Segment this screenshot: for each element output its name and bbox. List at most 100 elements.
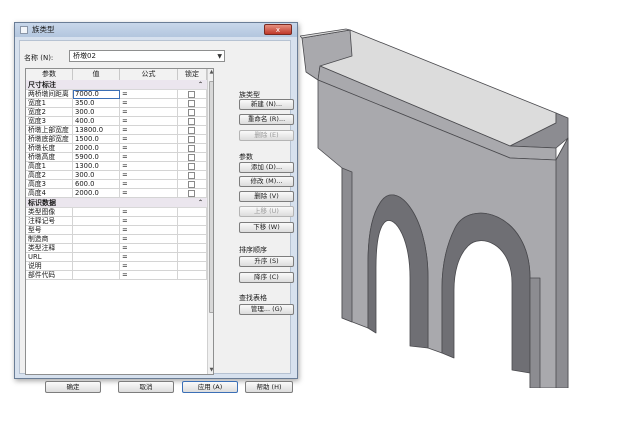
param-value-cell[interactable] <box>73 235 120 244</box>
param-formula-cell[interactable]: = <box>120 144 178 153</box>
param-value-cell[interactable] <box>73 262 120 271</box>
table-row[interactable]: 高度1 1300.0 = <box>26 162 207 171</box>
param-formula-cell[interactable]: = <box>120 235 178 244</box>
table-row[interactable]: 说明 = <box>26 262 207 271</box>
param-value-cell[interactable] <box>73 244 120 253</box>
table-row[interactable]: 桥墩高度 5900.0 = <box>26 153 207 162</box>
param-value-cell[interactable]: 400.0 <box>73 117 120 126</box>
close-button[interactable]: x <box>264 24 292 35</box>
lock-checkbox[interactable] <box>188 91 195 98</box>
move-up-button[interactable]: 上移 (U) <box>239 206 294 217</box>
apply-button[interactable]: 应用 (A) <box>182 381 238 393</box>
param-formula-cell[interactable]: = <box>120 180 178 189</box>
param-value-cell[interactable] <box>73 253 120 262</box>
lock-checkbox[interactable] <box>188 181 195 188</box>
scroll-up-icon[interactable]: ▲ <box>208 69 213 76</box>
lock-checkbox[interactable] <box>188 109 195 116</box>
help-button[interactable]: 帮助 (H) <box>245 381 293 393</box>
ok-button[interactable]: 确定 <box>45 381 101 393</box>
param-value-cell[interactable]: 13800.0 <box>73 126 120 135</box>
bridge-pier-3d-model[interactable] <box>300 28 630 388</box>
delete-type-button[interactable]: 删除 (E) <box>239 130 294 141</box>
table-row[interactable]: 型号 = <box>26 226 207 235</box>
param-value-cell[interactable]: 1300.0 <box>73 162 120 171</box>
table-row[interactable]: 宽度3 400.0 = <box>26 117 207 126</box>
table-scrollbar[interactable]: ▲ ▼ <box>207 69 213 374</box>
rename-type-button[interactable]: 重命名 (R)... <box>239 114 294 125</box>
param-value-cell[interactable]: 1500.0 <box>73 135 120 144</box>
table-row[interactable]: 高度4 2000.0 = <box>26 189 207 198</box>
table-row[interactable]: 宽度2 300.0 = <box>26 108 207 117</box>
param-formula-cell[interactable]: = <box>120 99 178 108</box>
table-row[interactable]: 宽度1 350.0 = <box>26 99 207 108</box>
table-row[interactable]: 高度2 300.0 = <box>26 171 207 180</box>
param-group-header[interactable]: 标识数据 ⌃ <box>26 198 207 208</box>
param-formula-cell[interactable]: = <box>120 271 178 280</box>
lock-checkbox[interactable] <box>188 190 195 197</box>
modify-parameter-button[interactable]: 修改 (M)... <box>239 176 294 187</box>
manage-lookup-button[interactable]: 管理... (G) <box>239 304 294 315</box>
param-formula-cell[interactable]: = <box>120 171 178 180</box>
sort-descending-button[interactable]: 降序 (C) <box>239 272 294 283</box>
table-row[interactable]: 注释记号 = <box>26 217 207 226</box>
param-value-cell[interactable]: 2000.0 <box>73 144 120 153</box>
scroll-thumb[interactable] <box>209 81 213 313</box>
param-value-cell[interactable] <box>73 217 120 226</box>
param-formula-cell[interactable]: = <box>120 244 178 253</box>
param-value-cell[interactable]: 2000.0 <box>73 189 120 198</box>
param-value-cell[interactable]: 600.0 <box>73 180 120 189</box>
table-row[interactable]: 桥墩长度 2000.0 = <box>26 144 207 153</box>
param-value-cell[interactable] <box>73 226 120 235</box>
param-value-cell[interactable]: 350.0 <box>73 99 120 108</box>
lock-checkbox[interactable] <box>188 100 195 107</box>
param-formula-cell[interactable]: = <box>120 253 178 262</box>
param-formula-cell[interactable]: = <box>120 217 178 226</box>
table-row[interactable]: URL = <box>26 253 207 262</box>
param-value-cell[interactable] <box>73 271 120 280</box>
param-value-cell[interactable]: 7000.0 <box>73 90 120 99</box>
param-formula-cell[interactable]: = <box>120 108 178 117</box>
new-type-button[interactable]: 新建 (N)... <box>239 99 294 110</box>
table-row[interactable]: 类型图像 = <box>26 208 207 217</box>
param-formula-cell[interactable]: = <box>120 153 178 162</box>
lock-checkbox[interactable] <box>188 163 195 170</box>
scroll-down-icon[interactable]: ▼ <box>208 367 213 374</box>
add-parameter-button[interactable]: 添加 (D)... <box>239 162 294 173</box>
lock-checkbox[interactable] <box>188 118 195 125</box>
lock-checkbox[interactable] <box>188 154 195 161</box>
dialog-titlebar[interactable]: 族类型 x <box>15 23 297 37</box>
param-formula-cell[interactable]: = <box>120 226 178 235</box>
table-row[interactable]: 高度3 600.0 = <box>26 180 207 189</box>
sort-ascending-button[interactable]: 升序 (S) <box>239 256 294 267</box>
delete-parameter-button[interactable]: 删除 (V) <box>239 191 294 202</box>
table-row[interactable]: 桥墩底部宽度 1500.0 = <box>26 135 207 144</box>
param-group-header[interactable]: 尺寸标注 ⌃ <box>26 80 207 90</box>
param-formula-cell[interactable]: = <box>120 135 178 144</box>
lock-checkbox[interactable] <box>188 145 195 152</box>
param-value-cell[interactable]: 300.0 <box>73 171 120 180</box>
table-row[interactable]: 两桥墩间距离 7000.0 = <box>26 90 207 99</box>
param-formula-cell[interactable]: = <box>120 162 178 171</box>
table-row[interactable]: 类型注释 = <box>26 244 207 253</box>
param-value-cell[interactable]: 5900.0 <box>73 153 120 162</box>
param-formula-cell[interactable]: = <box>120 90 178 99</box>
param-formula-cell[interactable]: = <box>120 189 178 198</box>
table-row[interactable]: 桥墩上部宽度 13800.0 = <box>26 126 207 135</box>
collapse-icon[interactable]: ⌃ <box>198 80 203 90</box>
move-down-button[interactable]: 下移 (W) <box>239 222 294 233</box>
lock-checkbox[interactable] <box>188 136 195 143</box>
param-name-cell: 桥墩长度 <box>26 144 73 153</box>
cancel-button[interactable]: 取消 <box>118 381 174 393</box>
table-row[interactable]: 制造商 = <box>26 235 207 244</box>
lock-checkbox[interactable] <box>188 127 195 134</box>
param-formula-cell[interactable]: = <box>120 117 178 126</box>
param-formula-cell[interactable]: = <box>120 262 178 271</box>
param-formula-cell[interactable]: = <box>120 208 178 217</box>
param-value-cell[interactable] <box>73 208 120 217</box>
type-name-select[interactable]: 桥墩02 ▼ <box>69 50 225 62</box>
lock-checkbox[interactable] <box>188 172 195 179</box>
collapse-icon[interactable]: ⌃ <box>198 198 203 208</box>
param-value-cell[interactable]: 300.0 <box>73 108 120 117</box>
table-row[interactable]: 部件代码 = <box>26 271 207 280</box>
param-formula-cell[interactable]: = <box>120 126 178 135</box>
